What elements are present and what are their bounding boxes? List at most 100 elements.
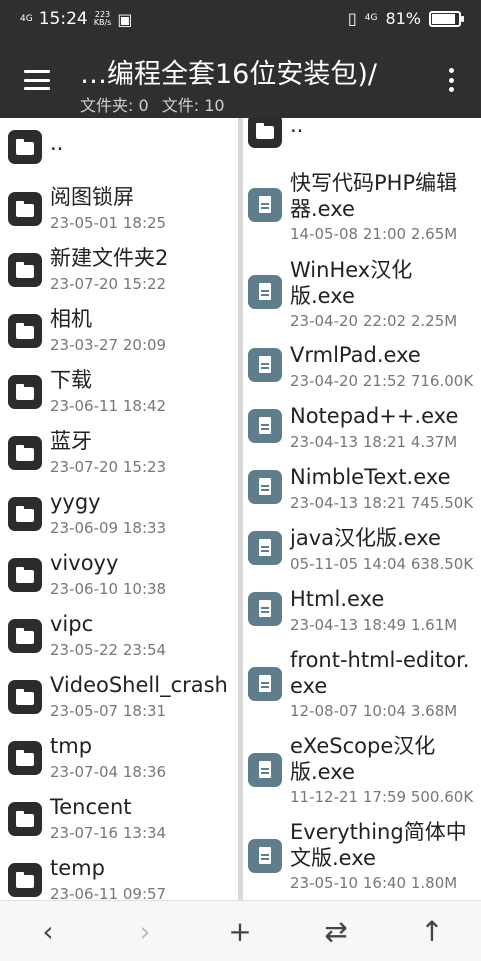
signal-icon: 4G bbox=[20, 13, 33, 24]
list-item[interactable]: 阅图锁屏 23-05-01 18:25 bbox=[0, 180, 238, 240]
item-name: Html.exe bbox=[290, 587, 385, 611]
item-meta: 23-04-13 18:21 4.37M bbox=[290, 433, 458, 451]
item-name: WinHex汉化 bbox=[290, 258, 413, 282]
item-name: VideoShell_crash bbox=[50, 673, 228, 697]
item-date: 23-07-20 15:23 bbox=[50, 458, 167, 476]
path-info: 文件夹: 0 文件: 10 bbox=[80, 92, 233, 116]
list-item[interactable]: Notepad++.exe 23-04-13 18:21 4.37M bbox=[243, 403, 481, 463]
item-name: 下载 bbox=[50, 368, 92, 392]
battery-percent: 81% bbox=[385, 9, 421, 28]
notification-icon: ▣ bbox=[117, 9, 133, 29]
more-options-button[interactable] bbox=[447, 68, 455, 92]
list-item[interactable]: 新建文件夹2 23-07-20 15:22 bbox=[0, 241, 238, 301]
item-meta: 23-04-13 18:21 745.50K bbox=[290, 494, 474, 512]
list-item[interactable]: tmp 23-07-04 18:36 bbox=[0, 729, 238, 789]
item-date: 23-06-10 10:38 bbox=[50, 580, 167, 598]
file-icon bbox=[248, 348, 282, 382]
item-name: 阅图锁屏 bbox=[50, 185, 134, 209]
list-item[interactable]: Everything简体中 文版.exe 23-05-10 16:40 1.80… bbox=[243, 819, 481, 899]
file-icon bbox=[248, 667, 282, 701]
item-date: 23-06-09 18:33 bbox=[50, 519, 167, 537]
folder-count: 文件夹: 0 bbox=[80, 96, 149, 115]
item-name: Tencent bbox=[50, 795, 132, 819]
swap-panes-button[interactable]: ⇄ bbox=[316, 911, 356, 951]
list-item[interactable]: 蓝牙 23-07-20 15:23 bbox=[0, 424, 238, 484]
list-item[interactable]: 快写代码PHP编辑 器.exe 14-05-08 21:00 2.65M bbox=[243, 168, 481, 248]
battery-icon bbox=[429, 10, 464, 27]
list-item[interactable]: temp 23-06-11 09:57 bbox=[0, 851, 238, 900]
file-icon bbox=[248, 592, 282, 626]
file-count: 文件: 10 bbox=[161, 96, 225, 115]
item-date: 23-06-11 18:42 bbox=[50, 397, 167, 415]
item-meta: 11-12-21 17:59 500.60K bbox=[290, 788, 474, 806]
list-item[interactable]: VrmlPad.exe 23-04-20 21:52 716.00K bbox=[243, 342, 481, 402]
list-item[interactable]: 下载 23-06-11 18:42 bbox=[0, 363, 238, 423]
menu-button[interactable] bbox=[24, 70, 50, 90]
item-meta: 23-04-13 18:49 1.61M bbox=[290, 616, 458, 634]
list-item[interactable]: front-html-editor. exe 12-08-07 10:04 3.… bbox=[243, 647, 481, 727]
status-time: 15:24 bbox=[38, 9, 88, 29]
right-pane[interactable]: .. 快写代码PHP编辑 器.exe 14-05-08 21:00 2.65M … bbox=[243, 118, 481, 900]
item-name: temp bbox=[50, 856, 105, 880]
app-header: 4G 15:24 223 KB/s ▣ ▯ 4G 81% …编程全套16位安装包… bbox=[0, 0, 481, 118]
item-name: tmp bbox=[50, 734, 93, 758]
folder-icon bbox=[248, 118, 282, 148]
item-name-cont: exe bbox=[290, 674, 328, 698]
list-item[interactable]: .. bbox=[0, 118, 238, 178]
folder-icon bbox=[8, 802, 42, 836]
file-icon bbox=[248, 409, 282, 443]
item-date: 23-07-16 13:34 bbox=[50, 824, 167, 842]
add-button[interactable]: + bbox=[220, 911, 260, 951]
list-item[interactable]: vipc 23-05-22 23:54 bbox=[0, 607, 238, 667]
list-item[interactable]: VideoShell_crash 23-05-07 18:31 bbox=[0, 668, 238, 728]
item-meta: 23-04-20 22:02 2.25M bbox=[290, 312, 458, 330]
file-icon bbox=[248, 470, 282, 504]
folder-icon bbox=[8, 619, 42, 653]
up-directory-button[interactable]: ↑ bbox=[412, 911, 452, 951]
item-name: .. bbox=[50, 131, 64, 155]
item-name: java汉化版.exe bbox=[290, 526, 441, 550]
folder-icon bbox=[8, 314, 42, 348]
list-item[interactable]: Html.exe 23-04-13 18:49 1.61M bbox=[243, 586, 481, 646]
folder-icon bbox=[8, 375, 42, 409]
folder-icon bbox=[8, 192, 42, 226]
item-name: VrmlPad.exe bbox=[290, 343, 421, 367]
item-name-cont: 文版.exe bbox=[290, 846, 376, 870]
network-speed: 223 KB/s bbox=[94, 11, 112, 27]
list-item[interactable]: vivoyy 23-06-10 10:38 bbox=[0, 546, 238, 606]
list-item[interactable]: yygy 23-06-09 18:33 bbox=[0, 485, 238, 545]
forward-button[interactable]: › bbox=[125, 911, 165, 951]
item-meta: 12-08-07 10:04 3.68M bbox=[290, 702, 458, 720]
list-item[interactable]: Tencent 23-07-16 13:34 bbox=[0, 790, 238, 850]
list-item[interactable]: eXeScope汉化 版.exe 11-12-21 17:59 500.60K bbox=[243, 733, 481, 813]
item-date: 23-03-27 20:09 bbox=[50, 336, 167, 354]
file-icon bbox=[248, 188, 282, 222]
item-date: 23-07-04 18:36 bbox=[50, 763, 167, 781]
vibrate-icon: ▯ bbox=[347, 9, 357, 28]
item-name: yygy bbox=[50, 490, 101, 514]
item-name: vipc bbox=[50, 612, 94, 636]
item-name-cont: 版.exe bbox=[290, 284, 355, 308]
list-item[interactable]: .. bbox=[243, 118, 481, 152]
file-icon bbox=[248, 753, 282, 787]
left-pane[interactable]: .. 阅图锁屏 23-05-01 18:25 新建文件夹2 23-07-20 1… bbox=[0, 118, 238, 900]
item-date: 23-06-11 09:57 bbox=[50, 885, 167, 900]
item-name: vivoyy bbox=[50, 551, 119, 575]
item-date: 23-05-22 23:54 bbox=[50, 641, 167, 659]
folder-icon bbox=[8, 558, 42, 592]
list-item[interactable]: WinHex汉化 版.exe 23-04-20 22:02 2.25M bbox=[243, 255, 481, 335]
list-item[interactable]: 相机 23-03-27 20:09 bbox=[0, 302, 238, 362]
status-bar: 4G 15:24 223 KB/s ▣ ▯ 4G 81% bbox=[0, 0, 481, 40]
list-item[interactable]: NimbleText.exe 23-04-13 18:21 745.50K bbox=[243, 464, 481, 524]
item-meta: 23-05-10 16:40 1.80M bbox=[290, 874, 458, 892]
item-name: Notepad++.exe bbox=[290, 404, 459, 428]
back-button[interactable]: ‹ bbox=[28, 911, 68, 951]
item-name: 快写代码PHP编辑 bbox=[290, 171, 458, 195]
item-name: 相机 bbox=[50, 307, 92, 331]
folder-icon bbox=[8, 680, 42, 714]
network-speed-unit: KB/s bbox=[93, 18, 112, 27]
item-name: front-html-editor. bbox=[290, 648, 470, 672]
item-name: Everything简体中 bbox=[290, 820, 467, 844]
list-item[interactable]: java汉化版.exe 05-11-05 14:04 638.50K bbox=[243, 525, 481, 585]
file-icon bbox=[248, 839, 282, 873]
